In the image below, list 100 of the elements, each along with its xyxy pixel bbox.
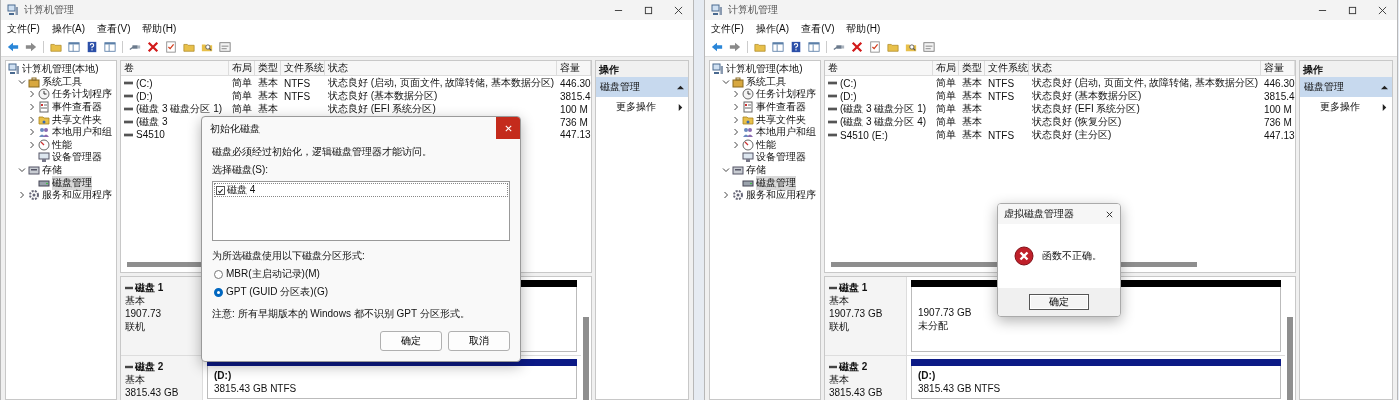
close-icon[interactable]	[1104, 209, 1114, 219]
column-header[interactable]: 文件系统	[281, 61, 325, 75]
search-icon[interactable]	[905, 41, 917, 53]
radio-label[interactable]: MBR(主启动记录)(M)	[226, 267, 320, 281]
checkbox[interactable]	[216, 185, 225, 195]
menu-item[interactable]: 帮助(H)	[142, 22, 177, 36]
menu-item[interactable]: 操作(A)	[51, 22, 86, 36]
dialog-button[interactable]: 取消	[448, 331, 510, 351]
menu-item[interactable]: 文件(F)	[711, 22, 744, 36]
maximize-icon[interactable]	[643, 5, 653, 15]
chevron-icon[interactable]	[28, 115, 36, 124]
tree-item[interactable]: 存储	[6, 163, 116, 177]
column-header[interactable]: 类型	[255, 61, 281, 75]
dialog-button[interactable]: 确定	[1029, 294, 1089, 310]
column-header[interactable]: 容量	[1261, 61, 1295, 75]
delete-icon[interactable]	[851, 41, 863, 53]
folder-icon[interactable]	[754, 41, 766, 53]
folder-icon[interactable]	[183, 41, 195, 53]
chevron-icon[interactable]	[28, 128, 36, 137]
tree-item[interactable]: 共享文件夹	[6, 113, 116, 126]
chevron-icon[interactable]	[732, 90, 740, 99]
column-header[interactable]: 文件系统	[985, 61, 1029, 75]
chevron-icon[interactable]	[18, 166, 26, 175]
close-icon[interactable]	[1377, 5, 1387, 15]
tree-item[interactable]: 系统工具	[710, 75, 820, 89]
tree-item[interactable]: 性能	[710, 138, 820, 152]
tree-item[interactable]: 存储	[710, 163, 820, 177]
tree-item[interactable]: 性能	[6, 138, 116, 152]
search-icon[interactable]	[201, 41, 213, 53]
radio-button[interactable]	[214, 269, 223, 279]
folder-icon[interactable]	[50, 41, 62, 53]
window-icon[interactable]	[219, 41, 231, 53]
help-icon[interactable]	[790, 41, 802, 53]
column-header[interactable]: 状态	[1029, 61, 1261, 75]
help-icon[interactable]	[86, 41, 98, 53]
tree-item[interactable]: 事件查看器	[6, 100, 116, 114]
delete-icon[interactable]	[147, 41, 159, 53]
close-icon[interactable]	[673, 5, 683, 15]
menu-item[interactable]: 帮助(H)	[846, 22, 881, 36]
action-link[interactable]: 更多操作	[1300, 97, 1392, 117]
actions-section-header[interactable]: 磁盘管理	[596, 77, 688, 97]
tree-item[interactable]: 任务计划程序	[710, 88, 820, 101]
chevron-icon[interactable]	[18, 191, 26, 200]
chevron-icon[interactable]	[732, 115, 740, 124]
column-header[interactable]: 卷	[825, 61, 933, 75]
chevron-icon[interactable]	[28, 90, 36, 99]
chevron-icon[interactable]	[28, 103, 36, 112]
menu-item[interactable]: 查看(V)	[801, 22, 835, 36]
tree-item[interactable]: 本地用户和组	[6, 125, 116, 139]
column-header[interactable]: 类型	[959, 61, 985, 75]
tree-item[interactable]: 服务和应用程序	[6, 188, 116, 202]
menu-item[interactable]: 查看(V)	[97, 22, 131, 36]
chevron-icon[interactable]	[732, 128, 740, 137]
tree-item[interactable]: 设备管理器	[710, 151, 820, 164]
chevron-icon[interactable]	[18, 77, 26, 86]
checklist-icon[interactable]	[869, 41, 881, 53]
action-link[interactable]: 更多操作	[596, 97, 688, 117]
pane-icon[interactable]	[104, 41, 116, 53]
column-header[interactable]: 状态	[325, 61, 557, 75]
tree-item[interactable]: 系统工具	[6, 75, 116, 89]
maximize-icon[interactable]	[1347, 5, 1357, 15]
column-header[interactable]: 卷	[121, 61, 229, 75]
chevron-icon[interactable]	[732, 103, 740, 112]
menu-item[interactable]: 操作(A)	[755, 22, 790, 36]
chevron-icon[interactable]	[28, 140, 36, 149]
tree-item[interactable]: 任务计划程序	[6, 88, 116, 101]
caret-up-icon[interactable]	[1381, 83, 1388, 91]
caret-up-icon[interactable]	[677, 83, 684, 91]
chevron-icon[interactable]	[722, 166, 730, 175]
column-header[interactable]: 布局	[229, 61, 255, 75]
actions-section-header[interactable]: 磁盘管理	[1300, 77, 1392, 97]
tree-item[interactable]: 磁盘管理	[6, 176, 116, 189]
window-icon[interactable]	[923, 41, 935, 53]
back-arrow-icon[interactable]	[7, 41, 19, 53]
pane-icon[interactable]	[808, 41, 820, 53]
forward-arrow-icon[interactable]	[25, 41, 37, 53]
tree-item[interactable]: 事件查看器	[710, 100, 820, 114]
tree-item[interactable]: 服务和应用程序	[710, 188, 820, 202]
radio-button[interactable]	[214, 287, 223, 297]
menu-item[interactable]: 文件(F)	[7, 22, 40, 36]
checklist-icon[interactable]	[165, 41, 177, 53]
radio-label[interactable]: GPT (GUID 分区表)(G)	[226, 285, 329, 299]
pane-icon[interactable]	[68, 41, 80, 53]
column-header[interactable]: 布局	[933, 61, 959, 75]
pane-icon[interactable]	[772, 41, 784, 53]
column-header[interactable]: 容量	[557, 61, 591, 75]
tree-item[interactable]: 共享文件夹	[710, 113, 820, 126]
tree-item[interactable]: 计算机管理(本地)	[6, 63, 116, 76]
tree-item[interactable]: 计算机管理(本地)	[710, 63, 820, 76]
dialog-button[interactable]: 确定	[380, 331, 442, 351]
chevron-icon[interactable]	[732, 140, 740, 149]
forward-arrow-icon[interactable]	[729, 41, 741, 53]
back-arrow-icon[interactable]	[711, 41, 723, 53]
disk-list-box[interactable]: 磁盘 4	[212, 181, 510, 241]
tree-item[interactable]: 磁盘管理	[710, 176, 820, 189]
list-item[interactable]: 磁盘 4	[227, 183, 256, 197]
folder-icon[interactable]	[887, 41, 899, 53]
tree-item[interactable]: 本地用户和组	[710, 125, 820, 139]
chevron-icon[interactable]	[722, 191, 730, 200]
chevron-icon[interactable]	[722, 77, 730, 86]
